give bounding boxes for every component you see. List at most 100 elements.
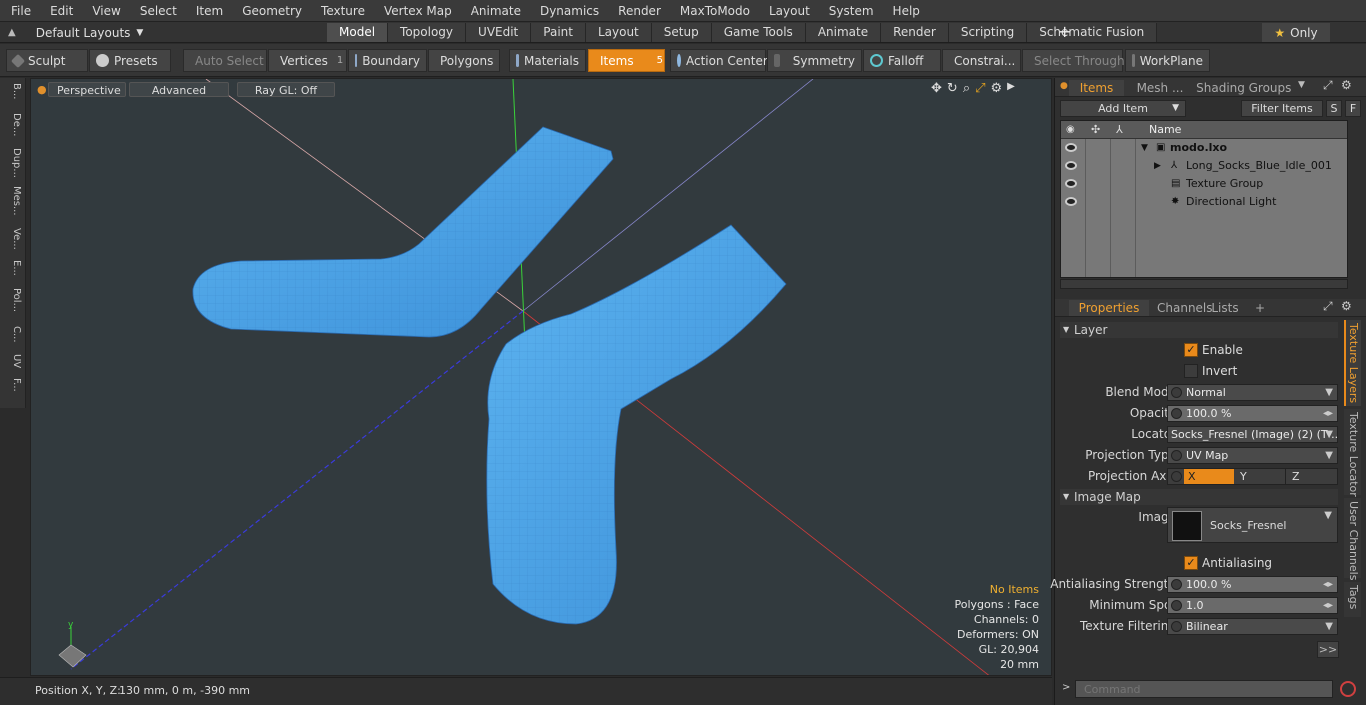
only-button[interactable]: ★ Only: [1262, 23, 1330, 42]
axis-x-button[interactable]: X: [1184, 469, 1234, 484]
menu-item-dynamics[interactable]: Dynamics: [529, 0, 607, 22]
menu-item-maxtomodo[interactable]: MaxToModo: [669, 0, 758, 22]
left-tab-8[interactable]: UV: [4, 354, 22, 368]
axis-z-button[interactable]: Z: [1288, 469, 1337, 484]
layout-dropdown[interactable]: ▲ Default Layouts ▼: [8, 24, 143, 41]
layer-section-header[interactable]: ▼ Layer: [1060, 322, 1338, 338]
select-through-button[interactable]: Select Through: [1022, 49, 1125, 72]
more-button[interactable]: >>: [1317, 641, 1339, 658]
sculpt-button[interactable]: Sculpt: [6, 49, 88, 72]
menu-item-file[interactable]: File: [0, 0, 39, 22]
left-tab-0[interactable]: B...: [4, 83, 22, 99]
name-column-header[interactable]: Name: [1149, 123, 1181, 136]
minimum-spot-slider[interactable]: 1.0 ◂▸: [1167, 597, 1338, 614]
left-tab-2[interactable]: Dup...: [4, 148, 22, 178]
tab-mesh[interactable]: Mesh ...: [1127, 80, 1193, 96]
play-icon[interactable]: ▶: [1007, 81, 1015, 96]
tab-animate[interactable]: Animate: [805, 23, 882, 42]
tab-game-tools[interactable]: Game Tools: [711, 23, 806, 42]
item-row[interactable]: ✸ Directional Light: [1061, 193, 1347, 211]
eye-icon[interactable]: [1065, 197, 1077, 206]
expand-down-icon[interactable]: ▼: [1141, 139, 1148, 157]
blend-mode-select[interactable]: Normal ▼: [1167, 384, 1338, 401]
gear-icon[interactable]: ⚙: [991, 81, 1003, 96]
tab-lists[interactable]: Lists: [1205, 300, 1245, 316]
tab-topology[interactable]: Topology: [388, 23, 467, 42]
tab-items[interactable]: Items: [1069, 80, 1124, 96]
menu-item-select[interactable]: Select: [129, 0, 185, 22]
side-tab-texture-locator[interactable]: Texture Locator: [1344, 409, 1361, 497]
left-tab-9[interactable]: F...: [4, 378, 22, 392]
antialiasing-checkbox[interactable]: ✓: [1184, 556, 1198, 570]
presets-button[interactable]: Presets: [89, 49, 171, 72]
filter-items-button[interactable]: Filter Items: [1241, 100, 1323, 117]
tab-paint[interactable]: Paint: [531, 23, 586, 42]
expand-icon[interactable]: ⤢: [1323, 299, 1333, 314]
add-item-button[interactable]: Add Item ▼: [1060, 100, 1186, 117]
workplane-button[interactable]: WorkPlane: [1125, 49, 1210, 72]
chevron-down-icon[interactable]: ▼: [1298, 80, 1305, 90]
item-row[interactable]: ▣ ▼ modo.lxo: [1061, 139, 1347, 157]
menu-item-render[interactable]: Render: [607, 0, 669, 22]
perspective-button[interactable]: Perspective: [48, 82, 126, 97]
tab-channels[interactable]: Channels: [1157, 300, 1213, 316]
left-tab-6[interactable]: Pol...: [4, 288, 22, 312]
left-tab-7[interactable]: C...: [4, 326, 22, 343]
rotate-view-icon[interactable]: ↻: [947, 81, 958, 96]
opacity-slider[interactable]: 100.0 % ◂▸: [1167, 405, 1338, 422]
left-tab-3[interactable]: Mes...: [4, 186, 22, 216]
menu-item-vertex-map[interactable]: Vertex Map: [373, 0, 460, 22]
advanced-button[interactable]: Advanced: [129, 82, 229, 97]
invert-checkbox[interactable]: [1184, 364, 1198, 378]
left-tab-4[interactable]: Ve...: [4, 228, 22, 250]
items-button[interactable]: Items 5: [588, 49, 665, 72]
symmetry-button[interactable]: Symmetry: [767, 49, 862, 72]
constraints-button[interactable]: Constrai...: [942, 49, 1021, 72]
eye-icon[interactable]: [1065, 179, 1077, 188]
add-tab-button[interactable]: +: [1255, 300, 1265, 316]
menu-item-item[interactable]: Item: [185, 0, 231, 22]
tab-properties[interactable]: Properties: [1069, 300, 1149, 316]
panel-menu-dot[interactable]: ●: [1060, 81, 1068, 91]
zoom-view-icon[interactable]: ⌕: [963, 81, 970, 96]
locator-select[interactable]: Socks_Fresnel (Image) (2) (T ... ▼: [1167, 426, 1338, 443]
menu-item-edit[interactable]: Edit: [39, 0, 81, 22]
command-input[interactable]: [1075, 680, 1333, 698]
expand-icon[interactable]: ⤢: [1323, 78, 1333, 93]
s-button[interactable]: S: [1326, 100, 1342, 117]
menu-item-animate[interactable]: Animate: [460, 0, 529, 22]
3d-viewport[interactable]: y ● Perspective Advanced Ray GL: Off ✥ ↻…: [30, 78, 1052, 676]
tab-groups[interactable]: Groups: [1247, 80, 1293, 96]
fit-view-icon[interactable]: ⤢: [975, 81, 985, 96]
menu-item-view[interactable]: View: [81, 0, 128, 22]
tab-render[interactable]: Render: [881, 23, 949, 42]
eye-icon[interactable]: [1065, 143, 1077, 152]
tab-shading[interactable]: Shading: [1196, 80, 1245, 96]
left-tab-1[interactable]: De...: [4, 113, 22, 136]
falloff-button[interactable]: Falloff: [863, 49, 941, 72]
enable-checkbox[interactable]: ✓: [1184, 343, 1198, 357]
polygons-button[interactable]: Polygons: [428, 49, 500, 72]
projection-type-select[interactable]: UV Map ▼: [1167, 447, 1338, 464]
record-icon[interactable]: [1340, 681, 1356, 697]
gear-icon[interactable]: ⚙: [1341, 78, 1352, 92]
item-list-scrollbar[interactable]: [1060, 279, 1348, 289]
tab-layout[interactable]: Layout: [585, 23, 652, 42]
tab-uvedit[interactable]: UVEdit: [466, 23, 532, 42]
side-tab-texture-layers[interactable]: Texture Layers: [1344, 320, 1361, 406]
auto-select-button[interactable]: Auto Select: [183, 49, 267, 72]
menu-item-help[interactable]: Help: [882, 0, 928, 22]
tab-schematic-fusion[interactable]: Schematic Fusion: [1027, 23, 1158, 42]
menu-item-system[interactable]: System: [818, 0, 882, 22]
eye-icon[interactable]: [1065, 161, 1077, 170]
materials-button[interactable]: Materials: [509, 49, 586, 72]
tab-scripting[interactable]: Scripting: [948, 23, 1028, 42]
image-map-section-header[interactable]: ▼ Image Map: [1060, 489, 1338, 505]
item-row[interactable]: ⅄ ▶ Long_Socks_Blue_Idle_001: [1061, 157, 1347, 175]
gear-icon[interactable]: ⚙: [1341, 299, 1352, 313]
axis-y-button[interactable]: Y: [1236, 469, 1286, 484]
f-button[interactable]: F: [1345, 100, 1361, 117]
tab-setup[interactable]: Setup: [651, 23, 712, 42]
vertices-button[interactable]: Vertices 1: [268, 49, 347, 72]
image-select[interactable]: Socks_Fresnel ▼: [1167, 507, 1338, 543]
